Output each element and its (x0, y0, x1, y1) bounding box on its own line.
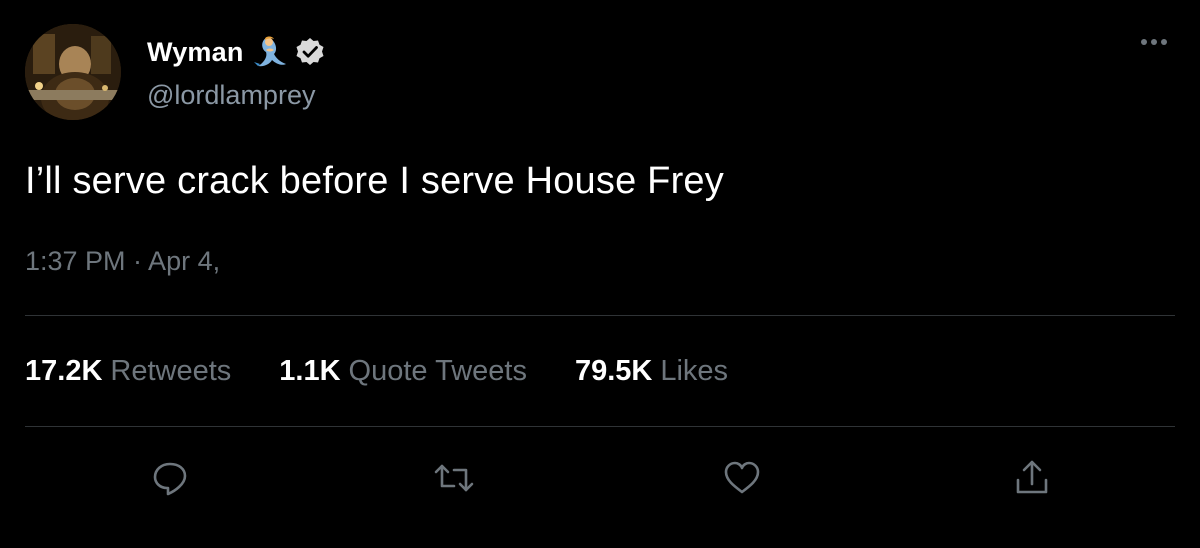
display-name[interactable]: Wyman (147, 37, 244, 68)
retweet-icon (434, 464, 474, 492)
likes-count: 79.5K (574, 355, 653, 387)
quote-tweets-label: Quote Tweets (348, 355, 527, 387)
retweets-label: Retweets (110, 355, 232, 387)
verified-badge-icon (294, 36, 326, 68)
share-icon (1016, 460, 1048, 494)
likes-label: Likes (660, 355, 729, 387)
retweets-count: 17.2K (25, 355, 103, 387)
quote-tweets-stat[interactable]: 1.1K Quote Tweets (279, 355, 527, 388)
tweet-stats: 17.2K Retweets 1.1K Quote Tweets 79.5K L… (25, 355, 728, 388)
avatar-image (25, 24, 121, 120)
divider (25, 315, 1175, 316)
tweet-actions-bar (0, 450, 1200, 510)
reply-button[interactable] (148, 456, 192, 500)
more-options-icon[interactable] (1136, 30, 1172, 54)
like-button[interactable] (720, 456, 764, 500)
mermaid-emoji-icon (252, 34, 288, 70)
share-button[interactable] (1010, 456, 1054, 500)
tweet-text: I’ll serve crack before I serve House Fr… (25, 160, 724, 202)
divider (25, 426, 1175, 427)
tweet-card: Wyman @lordlamprey I’ll serve crack befo… (0, 0, 1200, 548)
reply-icon (153, 462, 187, 496)
author-name-row: Wyman (147, 32, 326, 72)
retweets-stat[interactable]: 17.2K Retweets (25, 355, 231, 388)
likes-stat[interactable]: 79.5K Likes (575, 355, 728, 388)
tweet-timestamp[interactable]: 1:37 PM · Apr 4, (25, 246, 220, 277)
quote-tweets-count: 1.1K (279, 355, 341, 387)
retweet-button[interactable] (432, 456, 476, 500)
author-handle[interactable]: @lordlamprey (147, 80, 315, 111)
avatar[interactable] (25, 24, 121, 120)
like-icon (724, 461, 760, 494)
